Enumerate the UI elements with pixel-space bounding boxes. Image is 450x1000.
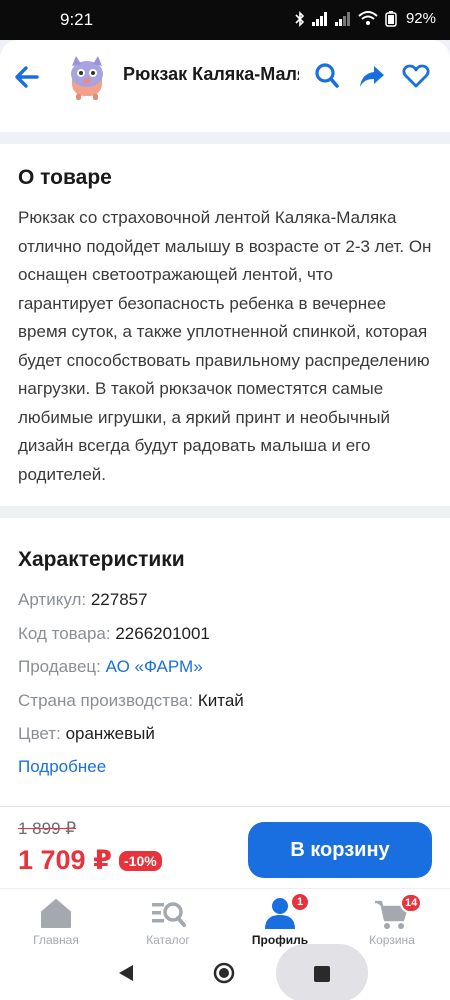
- about-heading: О товаре: [18, 166, 112, 189]
- top-app-bar: Рюкзак Каляка-Маляка: [0, 40, 450, 112]
- spec-label: Продавец:: [18, 657, 101, 676]
- spec-label: Страна производства:: [18, 690, 194, 710]
- tab-cart[interactable]: 14 Корзина: [336, 893, 448, 953]
- spec-value: оранжевый: [65, 724, 155, 743]
- tab-label: Корзина: [369, 933, 415, 947]
- profile-badge: 1: [290, 892, 310, 912]
- back-button[interactable]: [12, 62, 42, 97]
- spec-row-color: Цвет: оранжевый: [18, 723, 432, 757]
- seller-link[interactable]: АО «ФАРМ»: [106, 657, 203, 676]
- product-thumbnail: [62, 52, 112, 102]
- characteristics-section: Характеристики Артикул: 227857 Код товар…: [0, 518, 450, 806]
- search-icon: [315, 63, 339, 88]
- signal-icon: [334, 11, 350, 26]
- tab-label: Каталог: [146, 933, 190, 947]
- spec-row-country: Страна производства: Китай: [18, 690, 432, 724]
- home-icon: [41, 899, 71, 928]
- bottom-tab-bar: Главная Каталог 1 Профиль 14 Корзина: [0, 888, 450, 954]
- share-icon: [360, 66, 384, 87]
- spec-value: 227857: [90, 590, 148, 609]
- more-details-link[interactable]: Подробнее: [18, 757, 106, 777]
- back-triangle-icon: [119, 965, 133, 981]
- spec-label: Цвет:: [18, 724, 61, 743]
- previous-section-end: [0, 112, 450, 132]
- spec-row-product-code: Код товара: 2266201001: [18, 623, 432, 657]
- recents-square-icon: [314, 966, 330, 982]
- wifi-icon: [358, 11, 378, 25]
- share-button[interactable]: [358, 62, 386, 95]
- spec-row-seller: Продавец: АО «ФАРМ»: [18, 656, 432, 690]
- characteristics-heading: Характеристики: [18, 548, 185, 571]
- arrow-left-icon: [15, 66, 39, 88]
- system-back-button[interactable]: [115, 962, 135, 989]
- status-time: 9:21: [60, 10, 94, 29]
- discount-badge: -10%: [119, 851, 162, 871]
- tab-home[interactable]: Главная: [0, 893, 112, 953]
- add-to-cart-button[interactable]: В корзину: [248, 822, 432, 878]
- system-recents-button[interactable]: [312, 962, 332, 989]
- favorite-button[interactable]: [402, 62, 430, 95]
- spec-label: Код товара:: [18, 623, 111, 643]
- product-details-scroll[interactable]: О товаре Рюкзак со страховочной лентой К…: [0, 112, 450, 806]
- battery-icon: [385, 10, 397, 27]
- old-price: 1 899 ₽: [18, 819, 77, 838]
- page-title: Рюкзак Каляка-Маляка: [123, 64, 299, 84]
- home-circle-icon: [213, 962, 235, 984]
- heart-icon: [402, 64, 430, 88]
- status-bar: 9:21 92%: [0, 0, 450, 40]
- spec-value: 2266201001: [115, 623, 210, 643]
- system-navigation-bar: [0, 944, 450, 1000]
- catalog-icon: [152, 902, 186, 927]
- current-price: 1 709 ₽: [18, 845, 112, 875]
- about-section: О товаре Рюкзак со страховочной лентой К…: [0, 144, 450, 506]
- purchase-bar: 1 899 ₽ 1 709 ₽ -10% В корзину: [0, 806, 450, 896]
- tab-label: Главная: [33, 933, 79, 947]
- battery-percent: 92%: [405, 10, 436, 27]
- spec-row-article: Артикул: 227857: [18, 589, 432, 623]
- tab-catalog[interactable]: Каталог: [112, 893, 224, 953]
- search-button[interactable]: [314, 62, 340, 95]
- spec-label: Артикул:: [18, 590, 87, 609]
- signal-icon: [311, 11, 327, 26]
- system-home-button[interactable]: [213, 962, 235, 989]
- bluetooth-icon: [295, 10, 305, 27]
- spec-value: Китай: [197, 690, 244, 710]
- cart-badge: 14: [400, 893, 423, 913]
- about-description: Рюкзак со страховочной лентой Каляка-Мал…: [18, 208, 432, 484]
- status-icons: 92%: [295, 10, 436, 27]
